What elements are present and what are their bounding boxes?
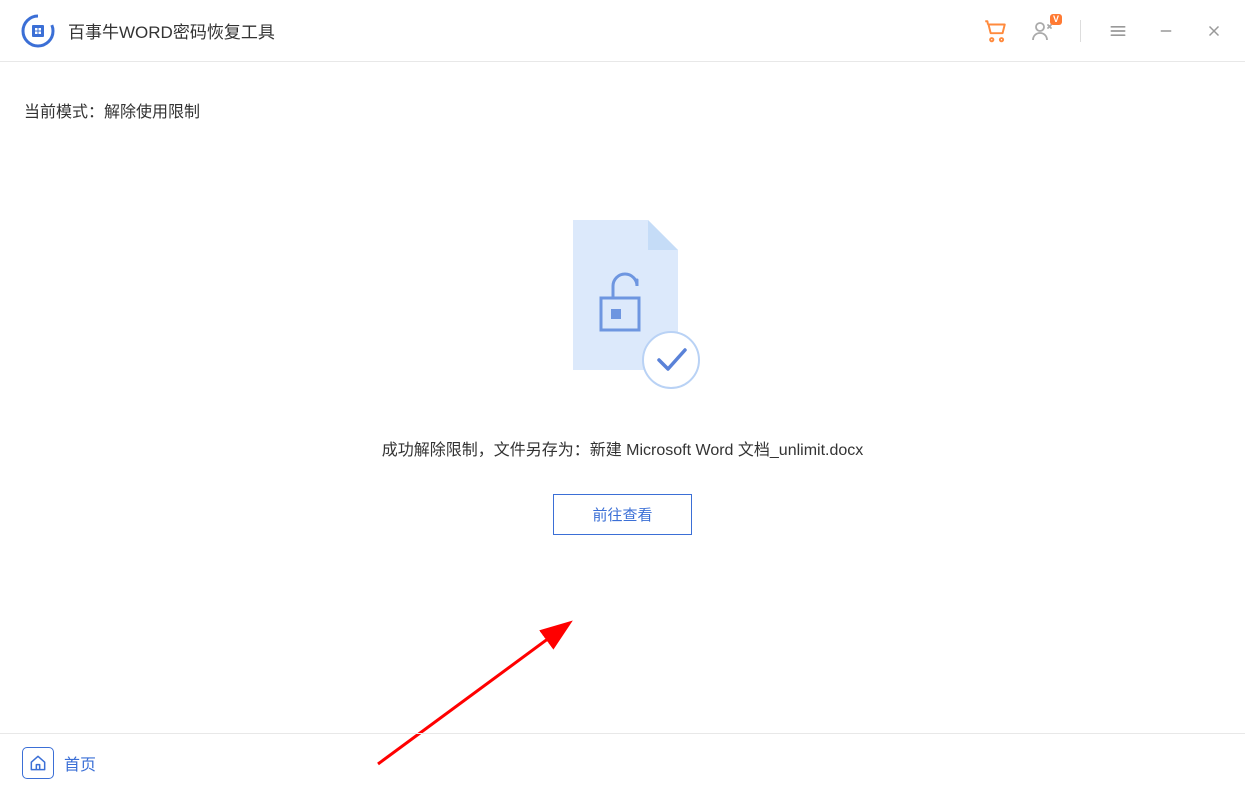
user-badge: V bbox=[1050, 14, 1062, 25]
success-message: 成功解除限制，文件另存为：新建 Microsoft Word 文档_unlimi… bbox=[382, 436, 864, 460]
home-link[interactable]: 首页 bbox=[22, 747, 96, 779]
titlebar: 百事牛WORD密码恢复工具 V bbox=[0, 0, 1245, 62]
home-icon bbox=[22, 747, 54, 779]
success-prefix: 成功解除限制，文件另存为： bbox=[382, 442, 590, 459]
home-label: 首页 bbox=[64, 751, 96, 775]
titlebar-divider bbox=[1080, 20, 1081, 42]
app-title: 百事牛WORD密码恢复工具 bbox=[68, 18, 275, 43]
saved-filename: 新建 Microsoft Word 文档_unlimit.docx bbox=[590, 442, 864, 459]
menu-icon[interactable] bbox=[1105, 18, 1131, 44]
minimize-icon[interactable] bbox=[1153, 18, 1179, 44]
cart-icon[interactable] bbox=[982, 18, 1008, 44]
titlebar-left: 百事牛WORD密码恢复工具 bbox=[20, 13, 275, 49]
current-mode-label: 当前模式：解除使用限制 bbox=[24, 98, 1221, 122]
titlebar-controls: V bbox=[982, 18, 1227, 44]
app-logo-icon bbox=[20, 13, 56, 49]
result-area: 成功解除限制，文件另存为：新建 Microsoft Word 文档_unlimi… bbox=[0, 210, 1245, 535]
user-icon[interactable]: V bbox=[1030, 18, 1056, 44]
mode-value: 解除使用限制 bbox=[104, 104, 200, 121]
close-icon[interactable] bbox=[1201, 18, 1227, 44]
view-file-button[interactable]: 前往查看 bbox=[553, 494, 691, 535]
footer: 首页 bbox=[0, 733, 1245, 791]
document-unlocked-icon bbox=[553, 210, 693, 390]
main-content: 当前模式：解除使用限制 成功解除限制，文件另存为：新建 Microsoft Wo… bbox=[0, 62, 1245, 733]
mode-prefix: 当前模式： bbox=[24, 104, 104, 121]
